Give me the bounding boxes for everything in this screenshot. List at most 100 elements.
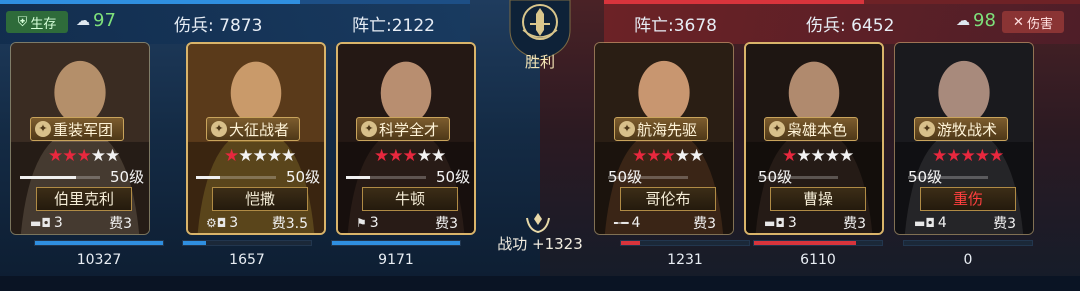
star-icon: ★ <box>660 146 676 166</box>
hero-title-label: 科学全才 <box>379 120 440 139</box>
hero-name-box: 曹操 <box>770 187 866 211</box>
right-morale-value: 98 <box>973 10 996 31</box>
star-icon: ★ <box>646 146 661 166</box>
hero-title-label: 重装军团 <box>53 120 114 139</box>
hero-card[interactable]: ✦ 游牧战术 ★★★★★ 50级 重伤 ▬◘ 4 费3 <box>894 42 1034 235</box>
hero-title: ✦ 重装军团 <box>30 117 125 141</box>
troop-count: 0 <box>963 252 973 268</box>
troop-bar-fill <box>183 241 207 245</box>
star-icon: ★ <box>932 146 947 166</box>
hero-title: ✦ 大征战者 <box>206 117 301 141</box>
unit-count: 3 <box>53 215 63 231</box>
right-morale: ☁ 98 <box>956 10 996 31</box>
troop-bar <box>331 240 461 246</box>
star-icon: ★ <box>105 146 120 166</box>
star-icon: ★ <box>824 146 840 166</box>
troop-bar-fill <box>621 241 641 245</box>
survive-badge-label: 生存 <box>30 16 57 32</box>
star-icon: ★ <box>839 146 854 166</box>
unit-type: ⚙◘ 3 <box>206 215 238 231</box>
title-emblem-icon: ✦ <box>361 121 377 137</box>
star-icon: ★ <box>946 146 961 166</box>
survive-badge: ⛨ 生存 <box>6 11 68 33</box>
star-icon: ★ <box>266 146 282 166</box>
title-emblem-icon: ✦ <box>919 121 935 137</box>
hero-title: ✦ 航海先驱 <box>614 117 709 141</box>
hero-title: ✦ 枭雄本色 <box>764 117 859 141</box>
troop-count: 9171 <box>378 252 414 268</box>
hero-cost: 费3 <box>109 216 132 232</box>
star-icon: ★ <box>224 146 239 166</box>
left-total-hp-bar-remainder <box>300 0 470 4</box>
morale-icon: ☁ <box>76 12 90 29</box>
hero-name: 恺撒 <box>244 190 275 208</box>
right-wounded: 伤兵: 6452 <box>806 16 895 36</box>
hero-name: 伯里克利 <box>53 190 114 208</box>
unit-type: ▬◘ 3 <box>764 215 797 231</box>
hero-card[interactable]: ✦ 航海先驱 ★★★★★ 50级 哥伦布 ╾━ 4 费3 <box>594 42 734 235</box>
hero-card[interactable]: ✦ 重装军团 ★★★★★ 50级 伯里克利 ▬◘ 3 费3 <box>10 42 150 235</box>
star-icon: ★ <box>281 146 296 166</box>
unit-type: ▬◘ 3 <box>30 215 63 231</box>
level-progress-bar <box>20 176 100 179</box>
hero-name-box: 伯里克利 <box>36 187 132 211</box>
unit-type: ⚑ 3 <box>356 215 379 231</box>
merit-gain: 战功 +1323 <box>497 235 583 253</box>
bottom-strip <box>0 276 1080 291</box>
star-icon: ★ <box>796 146 811 166</box>
damage-badge-label: 伤害 <box>1026 16 1053 32</box>
star-icon: ★ <box>238 146 253 166</box>
chariot-icon: ⚙◘ <box>206 216 227 230</box>
troop-count: 1231 <box>667 252 703 268</box>
left-morale: ☁ 97 <box>76 10 116 31</box>
hero-level: 50级 <box>758 168 793 186</box>
hero-card[interactable]: ✦ 科学全才 ★★★★★ 50级 牛顿 ⚑ 3 费3 <box>336 42 476 235</box>
right-dead: 阵亡:3678 <box>634 16 717 36</box>
hero-name-box: 重伤 <box>920 187 1016 211</box>
troop-count: 10327 <box>76 252 122 268</box>
star-icon: ★ <box>960 146 976 166</box>
troop-bar <box>620 240 750 246</box>
troop-bar <box>753 240 883 246</box>
hero-title-label: 航海先驱 <box>637 120 698 139</box>
troop-bar-fill <box>35 241 163 245</box>
morale-icon: ☁ <box>956 12 970 29</box>
star-icon: ★ <box>62 146 77 166</box>
unit-type: ╾━ 4 <box>614 215 640 231</box>
hero-name-box: 牛顿 <box>362 187 458 211</box>
hero-card[interactable]: ✦ 枭雄本色 ★★★★★ 50级 曹操 ▬◘ 3 费3 <box>744 42 884 235</box>
star-icon: ★ <box>416 146 432 166</box>
hero-cost: 费3 <box>435 216 458 232</box>
star-icon: ★ <box>810 146 826 166</box>
star-icon: ★ <box>989 146 1004 166</box>
unit-count: 3 <box>229 215 239 231</box>
star-icon: ★ <box>402 146 418 166</box>
troop-count: 1657 <box>229 252 265 268</box>
left-morale-value: 97 <box>93 10 116 31</box>
troop-bar-fill <box>754 241 857 245</box>
hero-stars: ★★★★★ <box>374 146 446 166</box>
hero-stars: ★★★★★ <box>48 146 120 166</box>
title-emblem-icon: ✦ <box>619 121 635 137</box>
tank-icon: ▬◘ <box>914 216 935 230</box>
hero-attributes: ▬◘ 3 费3 <box>756 212 874 234</box>
left-wounded: 伤兵: 7873 <box>174 16 263 36</box>
star-icon: ★ <box>90 146 106 166</box>
star-icon: ★ <box>689 146 704 166</box>
star-icon: ★ <box>374 146 389 166</box>
hero-name: 哥伦布 <box>645 190 691 208</box>
hero-stars: ★★★★★ <box>224 146 296 166</box>
unit-count: 4 <box>631 215 641 231</box>
hero-cost: 费3 <box>843 216 866 232</box>
title-emblem-icon: ✦ <box>35 121 51 137</box>
hero-stars: ★★★★★ <box>782 146 854 166</box>
title-emblem-icon: ✦ <box>211 121 227 137</box>
left-dead: 阵亡:2122 <box>352 16 435 36</box>
rifle-icon: ╾━ <box>614 216 629 230</box>
hero-stars: ★★★★★ <box>632 146 704 166</box>
star-icon: ★ <box>252 146 268 166</box>
troop-bar <box>34 240 164 246</box>
troop-bar-fill <box>332 241 460 245</box>
troop-bar <box>903 240 1033 246</box>
hero-card[interactable]: ✦ 大征战者 ★★★★★ 50级 恺撒 ⚙◘ 3 费3.5 <box>186 42 326 235</box>
